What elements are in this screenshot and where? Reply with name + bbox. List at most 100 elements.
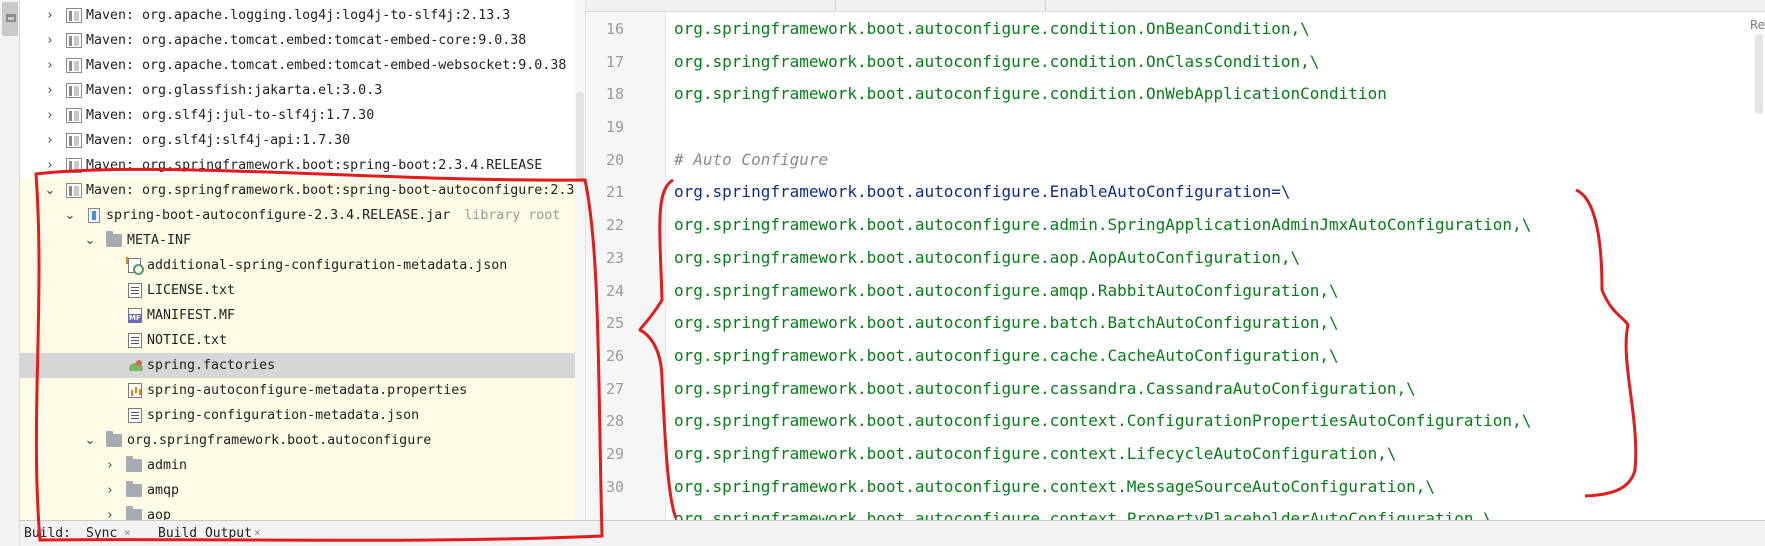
chevron-down-icon[interactable]: ⌄ xyxy=(64,203,76,228)
tree-row-maven-library[interactable]: › Maven: org.apache.tomcat.embed:tomcat-… xyxy=(20,28,575,53)
library-icon xyxy=(66,183,82,198)
line-number: 21 xyxy=(605,183,624,202)
chevron-right-icon[interactable]: › xyxy=(44,53,56,78)
tree-row-label: Maven: org.apache.tomcat.embed:tomcat-em… xyxy=(86,58,567,73)
chevron-right-icon[interactable]: › xyxy=(44,128,56,153)
tree-row-label: spring.factories xyxy=(147,358,276,373)
tree-row-file-selected[interactable]: spring.factories xyxy=(20,353,575,378)
tree-row-maven-library[interactable]: › Maven: org.springframework.boot:spring… xyxy=(20,153,575,178)
tree-row-label: admin xyxy=(147,458,188,473)
chevron-right-icon[interactable]: › xyxy=(44,28,56,53)
tree-row-folder-meta-inf[interactable]: ⌄ META-INF xyxy=(20,228,575,253)
code-line[interactable]: 30 org.springframework.boot.autoconfigure… xyxy=(586,471,1765,504)
tree-row-file[interactable]: spring-configuration-metadata.json xyxy=(20,403,575,428)
tree-row-file[interactable]: spring-autoconfigure-metadata.properties xyxy=(20,378,575,403)
code-text: org.springframework.boot.autoconfigure.a… xyxy=(674,215,1532,235)
tree-row-maven-library[interactable]: › Maven: org.apache.tomcat.embed:tomcat-… xyxy=(20,53,575,78)
library-root-tag: library root xyxy=(464,208,561,223)
line-number: 30 xyxy=(605,477,624,496)
code-line[interactable]: 27 org.springframework.boot.autoconfigure… xyxy=(586,373,1765,406)
tree-row-jar[interactable]: ⌄ spring-boot-autoconfigure-2.3.4.RELEAS… xyxy=(20,203,575,228)
library-icon xyxy=(66,83,82,98)
editor-tab-strip xyxy=(586,0,1765,12)
manifest-icon xyxy=(128,308,142,323)
code-line[interactable]: 17 org.springframework.boot.autoconfigure… xyxy=(586,46,1765,79)
code-line[interactable]: org.springframework.boot.autoconfigure.c… xyxy=(586,503,1765,520)
code-line[interactable]: 28 org.springframework.boot.autoconfigure… xyxy=(586,405,1765,438)
chevron-right-icon[interactable]: › xyxy=(44,153,56,178)
code-line[interactable]: 21 org.springframework.boot.autoconfigure… xyxy=(586,176,1765,209)
tab-build-output[interactable]: Build Output xyxy=(158,526,252,541)
code-line[interactable]: 26 org.springframework.boot.autoconfigure… xyxy=(586,340,1765,373)
package-icon xyxy=(126,506,142,520)
code-text: org.springframework.boot.autoconfigure.c… xyxy=(674,443,1397,463)
tree-row-maven-library[interactable]: › Maven: org.glassfish:jakarta.el:3.0.3 xyxy=(20,78,575,103)
editor-tab[interactable] xyxy=(836,0,1046,11)
line-number: 17 xyxy=(605,52,624,71)
build-label: Build: xyxy=(24,526,71,541)
folder-icon xyxy=(106,231,122,247)
chevron-right-icon[interactable]: › xyxy=(44,3,56,28)
library-icon xyxy=(66,108,82,123)
code-text: org.springframework.boot.autoconfigure.c… xyxy=(674,476,1435,496)
line-number: 18 xyxy=(605,85,624,104)
line-number: 25 xyxy=(605,314,624,333)
tree-row-package[interactable]: › aop xyxy=(20,503,575,520)
editor-tab[interactable] xyxy=(586,0,836,11)
text-file-icon xyxy=(128,283,142,298)
tree-row-maven-library[interactable]: › Maven: org.slf4j:jul-to-slf4j:1.7.30 xyxy=(20,103,575,128)
tree-row-maven-library-expanded[interactable]: ⌄ Maven: org.springframework.boot:spring… xyxy=(20,178,575,203)
code-line[interactable]: 23 org.springframework.boot.autoconfigure… xyxy=(586,242,1765,275)
spring-factories-icon xyxy=(128,358,144,373)
project-tree: › Maven: org.apache.logging.log4j:log4j-… xyxy=(20,0,585,520)
tab-sync[interactable]: Sync xyxy=(86,526,117,541)
tree-row-package[interactable]: › amqp xyxy=(20,478,575,503)
code-text: org.springframework.boot.autoconfigure.a… xyxy=(674,280,1339,300)
chevron-right-icon[interactable]: › xyxy=(44,78,56,103)
chevron-right-icon[interactable]: › xyxy=(104,478,116,503)
chevron-down-icon[interactable]: ⌄ xyxy=(44,178,56,203)
chevron-down-icon[interactable]: ⌄ xyxy=(84,428,96,453)
tree-row-label: MANIFEST.MF xyxy=(147,308,236,323)
editor-scrollbar[interactable] xyxy=(1755,34,1763,114)
tree-row-label: amqp xyxy=(147,483,180,498)
close-icon[interactable]: × xyxy=(254,526,261,539)
close-icon[interactable]: × xyxy=(124,526,131,539)
code-text: org.springframework.boot.autoconfigure.c… xyxy=(674,411,1532,431)
tree-row-label: Maven: org.slf4j:slf4j-api:1.7.30 xyxy=(86,133,351,148)
code-line[interactable]: 22 org.springframework.boot.autoconfigure… xyxy=(586,209,1765,242)
tree-row-maven-library[interactable]: › Maven: org.slf4j:slf4j-api:1.7.30 xyxy=(20,128,575,153)
chevron-right-icon[interactable]: › xyxy=(44,103,56,128)
code-line[interactable]: 18 org.springframework.boot.autoconfigure… xyxy=(586,78,1765,111)
code-text: org.springframework.boot.autoconfigure.c… xyxy=(674,19,1310,38)
code-line[interactable]: 25 org.springframework.boot.autoconfigure… xyxy=(586,307,1765,340)
library-icon xyxy=(66,133,82,148)
chevron-right-icon[interactable]: › xyxy=(104,453,116,478)
chevron-right-icon[interactable]: › xyxy=(104,503,116,520)
jar-icon xyxy=(88,208,100,223)
tree-row-label: spring-boot-autoconfigure-2.3.4.RELEASE.… xyxy=(106,208,561,223)
tree-row-file[interactable]: MANIFEST.MF xyxy=(20,303,575,328)
tree-row-file[interactable]: NOTICE.txt xyxy=(20,328,575,353)
code-text: org.springframework.boot.autoconfigure.a… xyxy=(674,247,1301,267)
tree-scroll-thumb[interactable] xyxy=(576,92,584,182)
tree-row-package[interactable]: › admin xyxy=(20,453,575,478)
project-tool-button[interactable] xyxy=(2,2,18,36)
package-icon xyxy=(106,431,122,447)
tree-row-file[interactable]: additional-spring-configuration-metadata… xyxy=(20,253,575,278)
tree-row-package[interactable]: ⌄ org.springframework.boot.autoconfigure xyxy=(20,428,575,453)
code-text: org.springframework.boot.autoconfigure.c… xyxy=(674,509,1493,520)
code-line[interactable]: 16 org.springframework.boot.autoconfigure… xyxy=(586,13,1765,46)
code-line[interactable]: 29 org.springframework.boot.autoconfigure… xyxy=(586,438,1765,471)
tree-row-maven-library[interactable]: › Maven: org.apache.logging.log4j:log4j-… xyxy=(20,3,575,28)
tree-row-label: Maven: org.slf4j:jul-to-slf4j:1.7.30 xyxy=(86,108,375,123)
tree-scrollbar[interactable] xyxy=(575,0,585,520)
chevron-down-icon[interactable]: ⌄ xyxy=(84,228,96,253)
tree-row-file[interactable]: LICENSE.txt xyxy=(20,278,575,303)
code-line[interactable]: 19 xyxy=(586,111,1765,144)
line-number: 22 xyxy=(605,216,624,235)
code-line[interactable]: 24 org.springframework.boot.autoconfigure… xyxy=(586,275,1765,308)
code-editor[interactable]: 16 org.springframework.boot.autoconfigure… xyxy=(585,0,1765,520)
library-icon xyxy=(66,33,82,48)
code-line[interactable]: 20 # Auto Configure xyxy=(586,144,1765,177)
